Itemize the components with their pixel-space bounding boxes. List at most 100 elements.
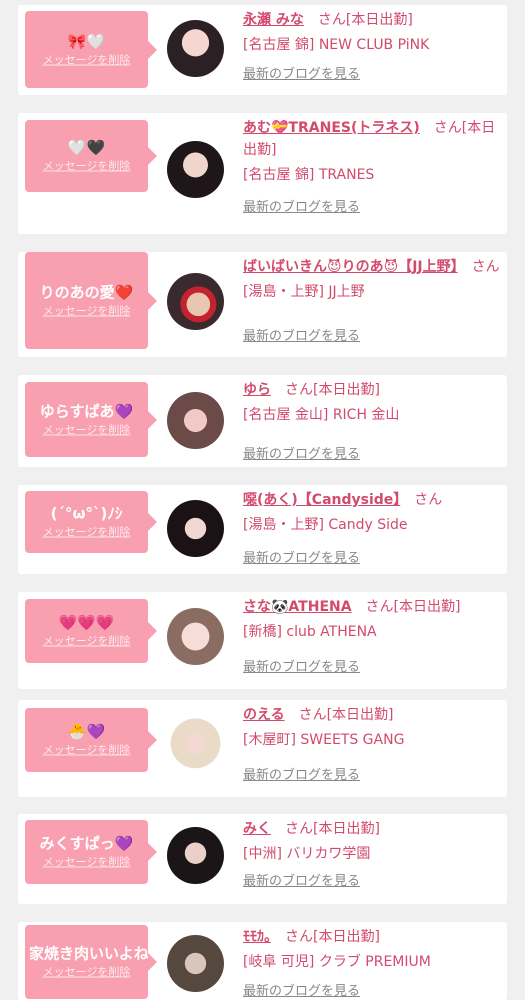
cast-name-line: ゆら さん[本日出勤] bbox=[243, 379, 501, 401]
cast-name-link[interactable]: みく bbox=[243, 821, 271, 837]
message-card: 家焼き肉いいよね👍🥩 メッセージを削除 ﾓﾓｶ。 さん[本日出勤] [岐阜 可児] ク… bbox=[18, 922, 507, 1000]
message-card: (´°ω°`)ﾉｼ メッセージを削除 噁(あく)【Candyside】 さん [湯島・… bbox=[18, 485, 507, 574]
avatar-photo bbox=[167, 935, 224, 992]
message-bubble: 🐣💜 メッセージを削除 bbox=[25, 708, 157, 772]
cast-name-link[interactable]: 噁(あく)【Candyside】 bbox=[243, 492, 400, 508]
message-bubble: 💗💗💗 メッセージを削除 bbox=[25, 599, 157, 663]
latest-blog-link[interactable]: 最新のブログを見る bbox=[243, 768, 360, 784]
latest-blog-link[interactable]: 最新のブログを見る bbox=[243, 67, 360, 83]
cast-status: さん bbox=[457, 259, 500, 275]
message-bubble: 家焼き肉いいよね👍🥩 メッセージを削除 bbox=[25, 925, 157, 999]
cast-name-line: 永瀬 みな さん[本日出勤] bbox=[243, 9, 501, 31]
delete-message-link[interactable]: メッセージを削除 bbox=[25, 423, 148, 437]
message-text: 🎀🤍 bbox=[67, 32, 106, 50]
cast-avatar[interactable] bbox=[167, 392, 224, 449]
cast-name-link[interactable]: のえる bbox=[243, 707, 285, 723]
message-card: 🐣💜 メッセージを削除 のえる さん[本日出勤] [木屋町] SWEETS GANG 最… bbox=[18, 700, 507, 797]
latest-blog-link[interactable]: 最新のブログを見る bbox=[243, 984, 360, 1000]
cast-status: さん[本日出勤] bbox=[284, 707, 394, 723]
cast-status: さん[本日出勤] bbox=[271, 382, 380, 398]
message-bubble: 🤍🖤 メッセージを削除 bbox=[25, 120, 157, 192]
shop-name: [湯島・上野] Candy Side bbox=[243, 517, 408, 533]
cast-name-link[interactable]: さな🐼ATHENA bbox=[243, 599, 352, 615]
cast-name-line: ﾓﾓｶ。 さん[本日出勤] bbox=[243, 926, 501, 948]
cast-name-line: みく さん[本日出勤] bbox=[243, 818, 501, 840]
cast-info: ゆら さん[本日出勤] [名古屋 金山] RICH 金山 最新のブログを見る bbox=[243, 379, 501, 467]
cast-status: さん[本日出勤] bbox=[271, 929, 380, 945]
cast-avatar[interactable] bbox=[167, 273, 224, 330]
message-bubble: みくすぱっ💜 メッセージを削除 bbox=[25, 820, 157, 884]
message-bubble: ゆらすぱあ💜 メッセージを削除 bbox=[25, 382, 157, 457]
latest-blog-link[interactable]: 最新のブログを見る bbox=[243, 660, 360, 676]
delete-message-link[interactable]: メッセージを削除 bbox=[25, 304, 148, 318]
avatar-photo bbox=[167, 392, 224, 449]
cast-name-line: のえる さん[本日出勤] bbox=[243, 704, 501, 726]
shop-name: [岐阜 可児] クラブ PREMIUM bbox=[243, 954, 431, 970]
message-text: 💗💗💗 bbox=[58, 613, 115, 632]
message-card: りのあの愛❤️ メッセージを削除 ばいばいきん😈りのあ😈【JJ上野】 さん [湯島・上… bbox=[18, 252, 507, 357]
cast-avatar[interactable] bbox=[167, 716, 224, 773]
message-card: 🎀🤍 メッセージを削除 永瀬 みな さん[本日出勤] [名古屋 錦] NEW CLUB… bbox=[18, 5, 507, 95]
cast-info: ﾓﾓｶ。 さん[本日出勤] [岐阜 可児] クラブ PREMIUM 最新のブログを見… bbox=[243, 926, 501, 1000]
shop-name: [湯島・上野] JJ上野 bbox=[243, 284, 365, 300]
delete-message-link[interactable]: メッセージを削除 bbox=[25, 744, 148, 758]
cast-name-line: ばいばいきん😈りのあ😈【JJ上野】 さん bbox=[243, 256, 501, 278]
delete-message-link[interactable]: メッセージを削除 bbox=[25, 526, 148, 540]
cast-info: 永瀬 みな さん[本日出勤] [名古屋 錦] NEW CLUB PiNK 最新のブロ… bbox=[243, 9, 501, 95]
latest-blog-link[interactable]: 最新のブログを見る bbox=[243, 329, 360, 345]
message-bubble: (´°ω°`)ﾉｼ メッセージを削除 bbox=[25, 491, 157, 553]
shop-name: [新橋] club ATHENA bbox=[243, 624, 377, 640]
cast-name-link[interactable]: あむ💝TRANES(トラネス) bbox=[243, 120, 420, 136]
delete-message-link[interactable]: メッセージを削除 bbox=[25, 856, 148, 870]
avatar-photo bbox=[167, 20, 224, 77]
avatar-photo bbox=[167, 273, 224, 330]
cast-avatar[interactable] bbox=[167, 827, 224, 884]
cast-status: さん[本日出勤] bbox=[351, 599, 461, 615]
cast-avatar[interactable] bbox=[167, 141, 224, 198]
message-card: みくすぱっ💜 メッセージを削除 みく さん[本日出勤] [中洲] バリカワ学園 最新のブ… bbox=[18, 814, 507, 904]
cast-status: さん[本日出勤] bbox=[271, 821, 380, 837]
delete-message-link[interactable]: メッセージを削除 bbox=[25, 53, 148, 67]
message-card: ゆらすぱあ💜 メッセージを削除 ゆら さん[本日出勤] [名古屋 金山] RICH 金… bbox=[18, 375, 507, 467]
cast-avatar[interactable] bbox=[167, 20, 224, 77]
delete-message-link[interactable]: メッセージを削除 bbox=[25, 160, 148, 174]
avatar-photo bbox=[167, 608, 224, 665]
message-card: 💗💗💗 メッセージを削除 さな🐼ATHENA さん[本日出勤] [新橋] club A… bbox=[18, 592, 507, 689]
delete-message-link[interactable]: メッセージを削除 bbox=[25, 966, 148, 980]
cast-info: ばいばいきん😈りのあ😈【JJ上野】 さん [湯島・上野] JJ上野 最新のブログを見… bbox=[243, 256, 501, 357]
message-text: ゆらすぱあ💜 bbox=[39, 402, 134, 420]
message-text: 家焼き肉いいよね👍🥩 bbox=[29, 944, 148, 963]
cast-info: 噁(あく)【Candyside】 さん [湯島・上野] Candy Side 最新の… bbox=[243, 489, 501, 574]
delete-message-link[interactable]: メッセージを削除 bbox=[25, 635, 148, 649]
latest-blog-link[interactable]: 最新のブログを見る bbox=[243, 200, 360, 216]
cast-name-line: 噁(あく)【Candyside】 さん bbox=[243, 489, 501, 511]
message-text: (´°ω°`)ﾉｼ bbox=[50, 504, 123, 523]
shop-name: [名古屋 金山] RICH 金山 bbox=[243, 407, 400, 423]
shop-name: [中洲] バリカワ学園 bbox=[243, 846, 371, 862]
cast-info: さな🐼ATHENA さん[本日出勤] [新橋] club ATHENA 最新のブログ… bbox=[243, 596, 501, 689]
shop-name: [名古屋 錦] TRANES bbox=[243, 167, 375, 183]
cast-avatar[interactable] bbox=[167, 500, 224, 557]
shop-name: [木屋町] SWEETS GANG bbox=[243, 732, 405, 748]
message-list: 🎀🤍 メッセージを削除 永瀬 みな さん[本日出勤] [名古屋 錦] NEW CLUB… bbox=[0, 0, 525, 1000]
cast-name-line: あむ💝TRANES(トラネス) さん[本日出勤] bbox=[243, 117, 501, 161]
avatar-photo bbox=[167, 716, 224, 773]
avatar-photo bbox=[167, 141, 224, 198]
message-text: 🤍🖤 bbox=[67, 138, 106, 157]
cast-avatar[interactable] bbox=[167, 608, 224, 665]
cast-name-link[interactable]: ゆら bbox=[243, 382, 271, 398]
message-card: 🤍🖤 メッセージを削除 あむ💝TRANES(トラネス) さん[本日出勤] [名古屋 錦… bbox=[18, 113, 507, 234]
cast-name-link[interactable]: ばいばいきん😈りのあ😈【JJ上野】 bbox=[243, 259, 458, 275]
cast-name-link[interactable]: 永瀬 みな bbox=[243, 12, 304, 28]
avatar-photo bbox=[167, 827, 224, 884]
message-text: みくすぱっ💜 bbox=[39, 834, 134, 853]
latest-blog-link[interactable]: 最新のブログを見る bbox=[243, 874, 360, 890]
latest-blog-link[interactable]: 最新のブログを見る bbox=[243, 551, 360, 567]
cast-name-link[interactable]: ﾓﾓｶ。 bbox=[243, 929, 271, 945]
cast-info: みく さん[本日出勤] [中洲] バリカワ学園 最新のブログを見る bbox=[243, 818, 501, 904]
cast-info: あむ💝TRANES(トラネス) さん[本日出勤] [名古屋 錦] TRANES 最新… bbox=[243, 117, 501, 234]
message-bubble: りのあの愛❤️ メッセージを削除 bbox=[25, 252, 157, 349]
latest-blog-link[interactable]: 最新のブログを見る bbox=[243, 447, 360, 463]
cast-avatar[interactable] bbox=[167, 935, 224, 992]
avatar-photo bbox=[167, 500, 224, 557]
